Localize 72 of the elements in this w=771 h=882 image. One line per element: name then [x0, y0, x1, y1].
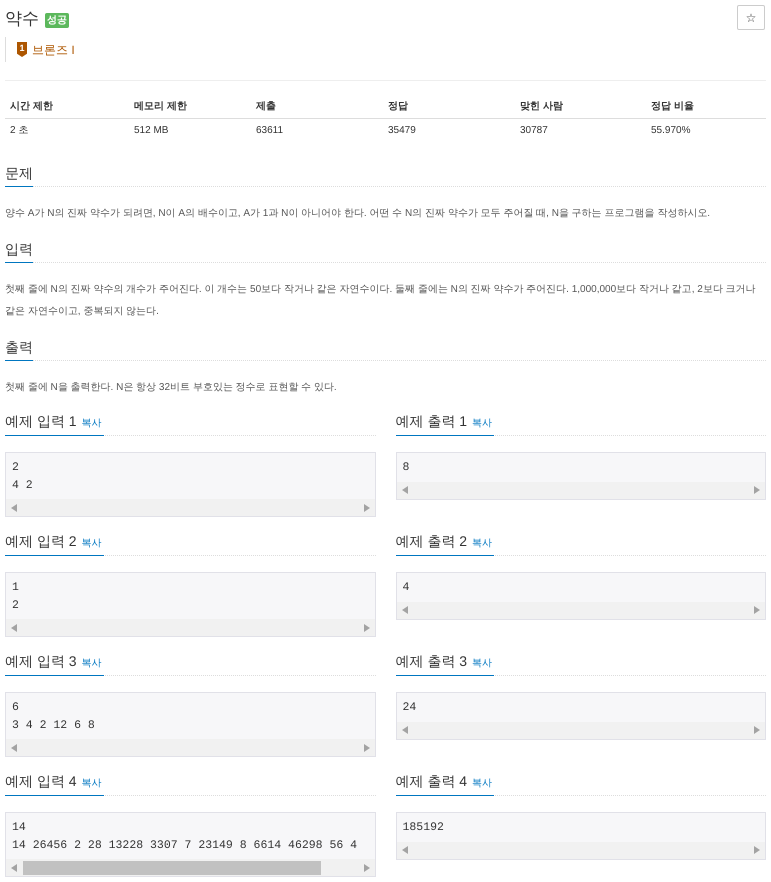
table-header-cell: 정답 [388, 100, 408, 114]
table-cell: 35479 [388, 124, 416, 138]
section-heading: 문제 [5, 164, 33, 183]
horizontal-scrollbar[interactable] [6, 859, 374, 876]
section-text: 첫째 줄에 N을 출력한다. N은 항상 32비트 부호있는 정수로 표현할 수 있다. [5, 381, 338, 395]
sample-code: 4 [402, 580, 410, 596]
scroll-left-icon[interactable] [402, 606, 408, 614]
table-cell: 63611 [256, 124, 284, 138]
table-cell: 30787 [520, 124, 548, 138]
section-heading: 출력 [5, 338, 33, 357]
copy-link[interactable]: 복사 [472, 537, 492, 551]
sample-code: 1 2 [11, 580, 19, 614]
scroll-right-icon[interactable] [364, 744, 370, 752]
horizontal-scrollbar[interactable] [396, 722, 765, 738]
sample-heading: 예제 출력 1 [396, 412, 468, 431]
horizontal-scrollbar[interactable] [6, 739, 374, 756]
result-badge: 성공 [45, 12, 69, 28]
sample-heading: 예제 입력 3 [5, 652, 77, 671]
sample-heading: 예제 출력 4 [396, 772, 468, 791]
horizontal-scrollbar[interactable] [396, 482, 765, 498]
scroll-right-icon[interactable] [364, 864, 370, 872]
sample-heading: 예제 입력 2 [5, 532, 77, 551]
copy-link[interactable]: 복사 [82, 537, 102, 551]
scroll-left-icon[interactable] [402, 486, 408, 494]
scroll-right-icon[interactable] [754, 486, 760, 494]
copy-link[interactable]: 복사 [82, 417, 102, 431]
scrollbar-thumb[interactable] [23, 860, 321, 874]
section-heading: 입력 [5, 240, 33, 259]
table-header-cell: 정답 비율 [651, 100, 694, 114]
copy-link[interactable]: 복사 [82, 657, 102, 671]
favorite-button[interactable]: ☆ [737, 5, 765, 30]
table-cell: 2 초 [10, 124, 28, 138]
scroll-right-icon[interactable] [364, 504, 370, 512]
table-cell: 512 MB [134, 124, 168, 138]
tier-label: 브론즈 I [32, 42, 75, 58]
copy-link[interactable]: 복사 [82, 777, 102, 791]
sample-code: 185192 [402, 820, 444, 836]
table-header-cell: 제출 [256, 100, 276, 114]
horizontal-scrollbar[interactable] [396, 602, 765, 618]
scroll-left-icon[interactable] [402, 846, 408, 854]
sample-heading: 예제 출력 2 [396, 532, 468, 551]
tier-badge: 1 [17, 42, 27, 57]
sample-heading: 예제 출력 3 [396, 652, 468, 671]
horizontal-scrollbar[interactable] [396, 842, 765, 858]
table-header-cell: 메모리 제한 [134, 100, 187, 114]
sample-code: 6 3 4 2 12 6 8 [11, 700, 95, 734]
scroll-left-icon[interactable] [402, 726, 408, 734]
problem-title: 약수 [5, 8, 39, 30]
scroll-left-icon[interactable] [11, 744, 17, 752]
sample-code: 8 [402, 460, 410, 476]
table-header-cell: 시간 제한 [10, 100, 53, 114]
sample-code: 14 14 26456 2 28 13228 3307 7 23149 8 6614 46298 56 4 [11, 820, 358, 854]
section-text: 양수 A가 N의 진짜 약수가 되려면, N이 A의 배수이고, A가 1과 N이 아니어야 한다. 어떤 수 N의 진짜 약수가 모두 주어질 때, N을 구하는 프로그램을 작성하시오. [5, 207, 712, 221]
horizontal-scrollbar[interactable] [6, 619, 374, 636]
sample-heading: 예제 입력 1 [5, 412, 77, 431]
sample-code: 2 4 2 [11, 460, 33, 494]
scroll-right-icon[interactable] [754, 606, 760, 614]
scroll-left-icon[interactable] [11, 504, 17, 512]
scroll-right-icon[interactable] [364, 624, 370, 632]
copy-link[interactable]: 복사 [472, 657, 492, 671]
scroll-right-icon[interactable] [754, 846, 760, 854]
sample-code: 24 [402, 700, 416, 716]
scroll-left-icon[interactable] [11, 624, 17, 632]
table-header-cell: 맞힌 사람 [520, 100, 563, 114]
copy-link[interactable]: 복사 [472, 417, 492, 431]
table-cell: 55.970% [651, 124, 690, 138]
copy-link[interactable]: 복사 [472, 777, 492, 791]
horizontal-scrollbar[interactable] [6, 499, 374, 516]
scroll-right-icon[interactable] [754, 726, 760, 734]
scroll-left-icon[interactable] [11, 864, 17, 872]
sample-heading: 예제 입력 4 [5, 772, 77, 791]
section-text: 첫째 줄에 N의 진짜 약수의 개수가 주어진다. 이 개수는 50보다 작거나 같은 자연수이다. 둘째 줄에는 N의 진짜 약수가 주어진다. 1,000,000보다 작거나 같고, 2보다 크거나 같은 자연수이고, 중복되지 않는다. [5, 283, 757, 319]
